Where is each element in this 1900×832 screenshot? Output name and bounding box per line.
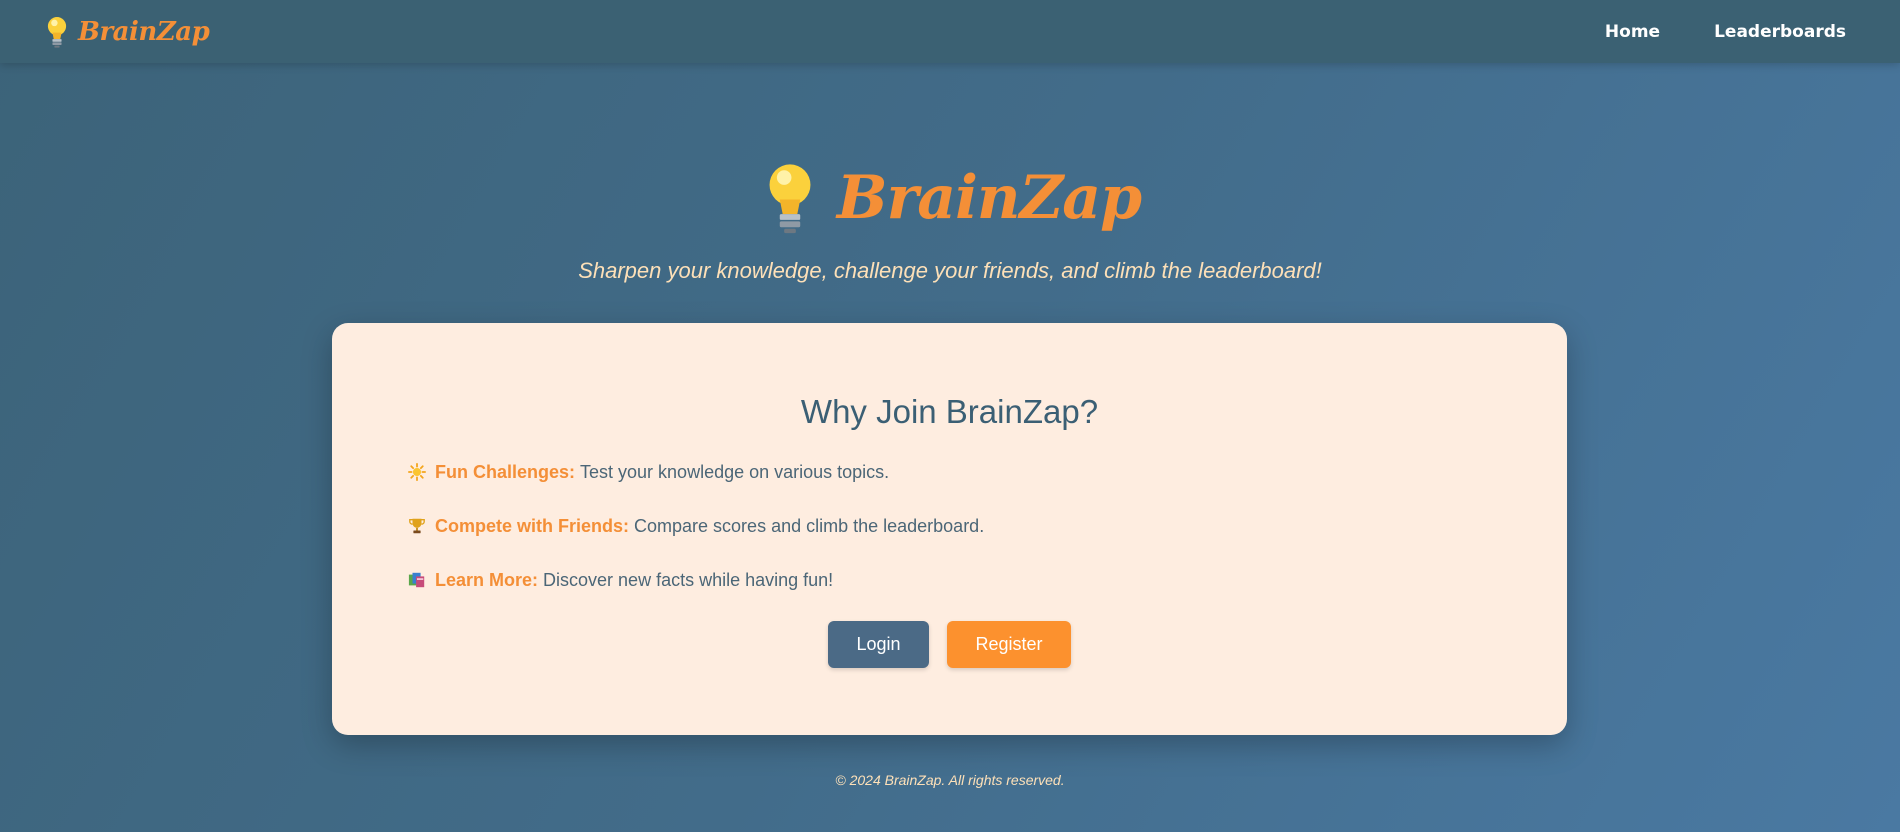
footer-copyright: © 2024 BrainZap. All rights reserved. <box>835 772 1065 788</box>
lightbulb-icon <box>769 164 811 234</box>
sun-icon <box>408 463 426 481</box>
lightbulb-icon <box>47 16 67 48</box>
trophy-icon <box>409 518 425 534</box>
feature-item-compete-with-friends: Compete with Friends: Compare scores and… <box>408 513 1491 539</box>
hero-tagline: Sharpen your knowledge, challenge your f… <box>578 258 1322 283</box>
auth-buttons: Login Register <box>408 621 1491 668</box>
card-title: Why Join BrainZap? <box>800 393 1099 430</box>
feature-title: Compete with Friends: <box>435 515 630 536</box>
feature-text: Discover new facts while having fun! <box>543 569 834 590</box>
login-button[interactable]: Login <box>828 621 929 668</box>
nav-link-leaderboards[interactable]: Leaderboards <box>1714 22 1846 42</box>
hero-title: BrainZap <box>836 163 1142 233</box>
feature-item-fun-challenges: Fun Challenges: Test your knowledge on v… <box>408 459 1491 485</box>
navbar: BrainZap Home Leaderboards <box>0 0 1900 63</box>
feature-title: Learn More: <box>435 569 539 590</box>
nav-links: Home Leaderboards <box>1605 22 1846 42</box>
feature-text: Test your knowledge on various topics. <box>580 461 890 482</box>
why-join-card: Why Join BrainZap? Fun Challenges: Test … <box>332 323 1567 735</box>
feature-list: Fun Challenges: Test your knowledge on v… <box>408 459 1491 593</box>
hero-banner: BrainZap <box>0 160 1900 236</box>
nav-brand[interactable]: BrainZap <box>44 15 210 49</box>
feature-text: Compare scores and climb the leaderboard… <box>634 515 985 536</box>
books-icon <box>408 572 425 588</box>
nav-brand-label: BrainZap <box>78 16 210 47</box>
nav-link-home[interactable]: Home <box>1605 22 1660 42</box>
feature-item-learn-more: Learn More: Discover new facts while hav… <box>408 567 1491 593</box>
feature-title: Fun Challenges: <box>435 461 576 482</box>
register-button[interactable]: Register <box>947 621 1071 668</box>
